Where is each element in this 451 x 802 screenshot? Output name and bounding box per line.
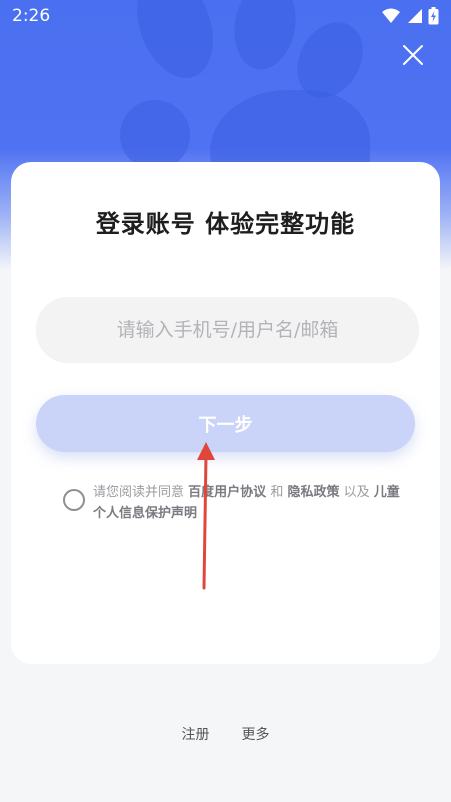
- agreement-row: 请您阅读并同意 百度用户协议 和 隐私政策 以及 儿童个人信息保护声明: [63, 482, 403, 524]
- agreement-text: 请您阅读并同意 百度用户协议 和 隐私政策 以及 儿童个人信息保护声明: [93, 482, 403, 524]
- close-icon: [403, 45, 423, 65]
- decor-blob: [120, 100, 190, 170]
- status-bar: 2:26: [0, 0, 451, 32]
- page-title: 登录账号 体验完整功能: [95, 210, 356, 238]
- battery-icon: [428, 7, 439, 25]
- more-link[interactable]: 更多: [242, 724, 270, 744]
- account-input[interactable]: [36, 297, 419, 363]
- wifi-icon: [382, 8, 400, 23]
- signal-icon: [408, 9, 422, 23]
- user-agreement-link[interactable]: 百度用户协议: [188, 485, 266, 500]
- status-time: 2:26: [12, 6, 51, 26]
- radio-circle-icon[interactable]: [63, 489, 85, 511]
- footer-links: 注册 更多: [0, 724, 451, 744]
- agreement-prefix: 请您阅读并同意: [93, 485, 185, 500]
- login-card: 登录账号 体验完整功能 下一步 请您阅读并同意 百度用户协议 和 隐私政策 以及…: [11, 162, 440, 664]
- close-button[interactable]: [398, 40, 428, 70]
- agreement-and2: 以及: [343, 485, 370, 500]
- status-icons: [382, 7, 439, 25]
- register-link[interactable]: 注册: [182, 724, 210, 744]
- privacy-policy-link[interactable]: 隐私政策: [287, 485, 339, 500]
- next-button[interactable]: 下一步: [36, 395, 415, 452]
- agreement-and: 和: [270, 485, 284, 500]
